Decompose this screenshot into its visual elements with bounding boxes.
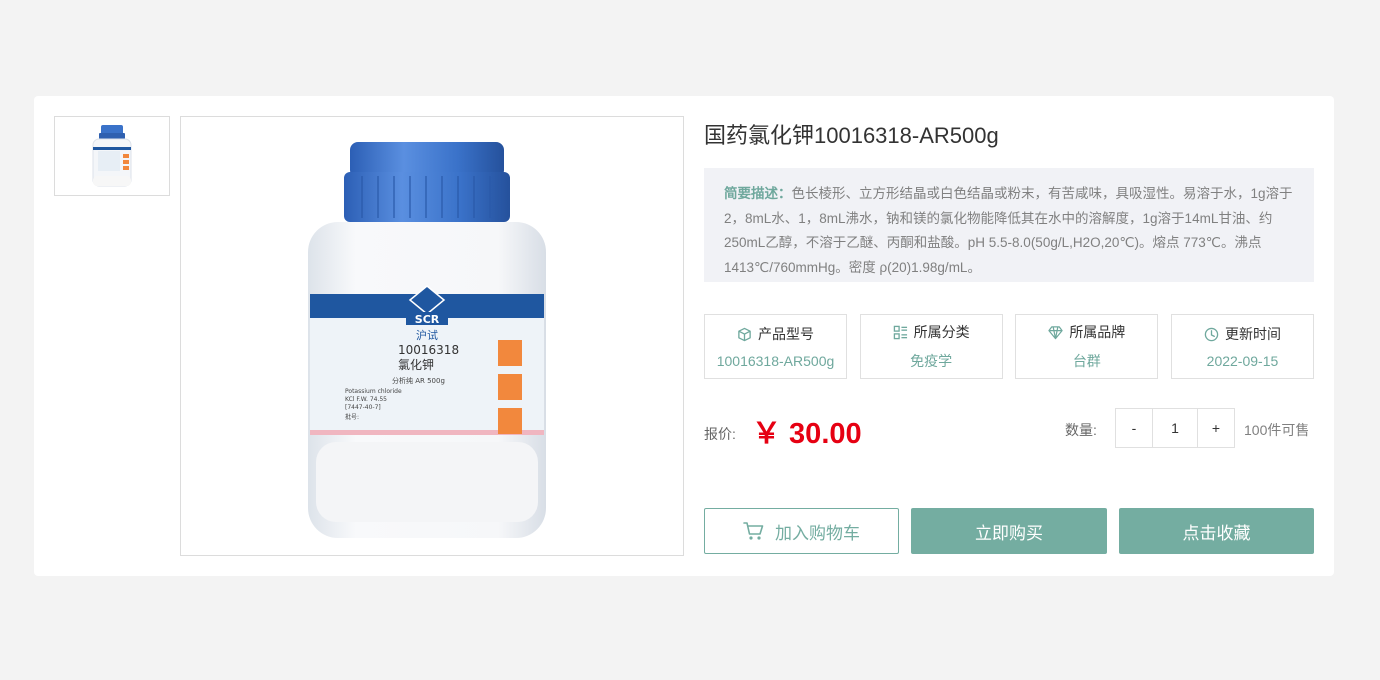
cube-icon <box>738 327 751 341</box>
add-to-cart-button[interactable]: 加入购物车 <box>704 508 899 554</box>
bottle-formula-text: KCl F.W. 74.55 <box>345 396 387 403</box>
add-to-cart-label: 加入购物车 <box>775 523 860 543</box>
cart-icon <box>743 522 764 540</box>
attr-category-label: 所属分类 <box>913 324 970 340</box>
reagent-bottle-image: SCR 沪试 10016318 氯化钾 分析纯 AR 500g Potassiu… <box>308 142 546 538</box>
stock-count: 100件可售 <box>1244 422 1310 438</box>
product-card: SCR 沪试 10016318 氯化钾 分析纯 AR 500g Potassiu… <box>34 96 1334 576</box>
product-main-image: SCR 沪试 10016318 氯化钾 分析纯 AR 500g Potassiu… <box>180 116 684 556</box>
bottle-batch-text: 批号: <box>345 413 359 421</box>
description-text: 色长棱形、立方形结晶或白色结晶或粉末，有苦咸味，具吸湿性。易溶于水，1g溶于2，… <box>724 186 1293 275</box>
bottle-thumbnail-image <box>92 125 132 187</box>
quantity-input[interactable]: 1 <box>1152 409 1198 447</box>
attr-category-value[interactable]: 免疫学 <box>910 351 952 371</box>
bottle-cas-text: [7447-40-7] <box>345 404 381 411</box>
attr-brand-label: 所属品牌 <box>1069 324 1126 340</box>
bottle-name-cn-text: 氯化钾 <box>398 358 434 372</box>
attr-brand-value[interactable]: 台群 <box>1073 351 1101 371</box>
category-grid-icon <box>893 325 907 339</box>
diamond-icon <box>1048 325 1063 339</box>
description-label: 简要描述： <box>724 186 792 201</box>
bottle-grade-text: 分析纯 AR 500g <box>392 376 445 385</box>
bottle-brand-text: SCR <box>415 313 440 326</box>
buy-now-button[interactable]: 立即购买 <box>911 508 1107 554</box>
product-title: 国药氯化钾10016318-AR500g <box>704 123 999 148</box>
bottle-code-text: 10016318 <box>398 343 459 357</box>
bottle-brand-cn-text: 沪试 <box>416 328 438 342</box>
attr-updated-value: 2022-09-15 <box>1206 353 1279 369</box>
favorite-button[interactable]: 点击收藏 <box>1119 508 1314 554</box>
quantity-label: 数量: <box>1065 422 1097 438</box>
attr-model: 产品型号 10016318-AR500g <box>704 314 847 379</box>
bottle-name-en-text: Potassium chloride <box>345 388 402 395</box>
clock-icon <box>1204 327 1219 341</box>
attr-category: 所属分类 免疫学 <box>859 314 1003 379</box>
product-description: 简要描述：色长棱形、立方形结晶或白色结晶或粉末，有苦咸味，具吸湿性。易溶于水，1… <box>704 168 1314 282</box>
quantity-stepper: - 1 + <box>1115 408 1235 448</box>
product-thumbnail[interactable] <box>54 116 170 196</box>
attr-model-label: 产品型号 <box>758 326 814 342</box>
price-label: 报价: <box>704 426 736 442</box>
attr-updated-label: 更新时间 <box>1224 326 1281 342</box>
attr-brand: 所属品牌 台群 <box>1015 314 1159 379</box>
quantity-increase-button[interactable]: + <box>1198 409 1234 447</box>
attr-updated: 更新时间 2022-09-15 <box>1170 314 1314 379</box>
product-attributes: 产品型号 10016318-AR500g 所属分类 免疫学 所属品牌 台群 更新… <box>704 314 1314 379</box>
price-value: ￥ 30.00 <box>752 418 862 450</box>
quantity-decrease-button[interactable]: - <box>1116 409 1152 447</box>
attr-model-value: 10016318-AR500g <box>716 353 835 369</box>
